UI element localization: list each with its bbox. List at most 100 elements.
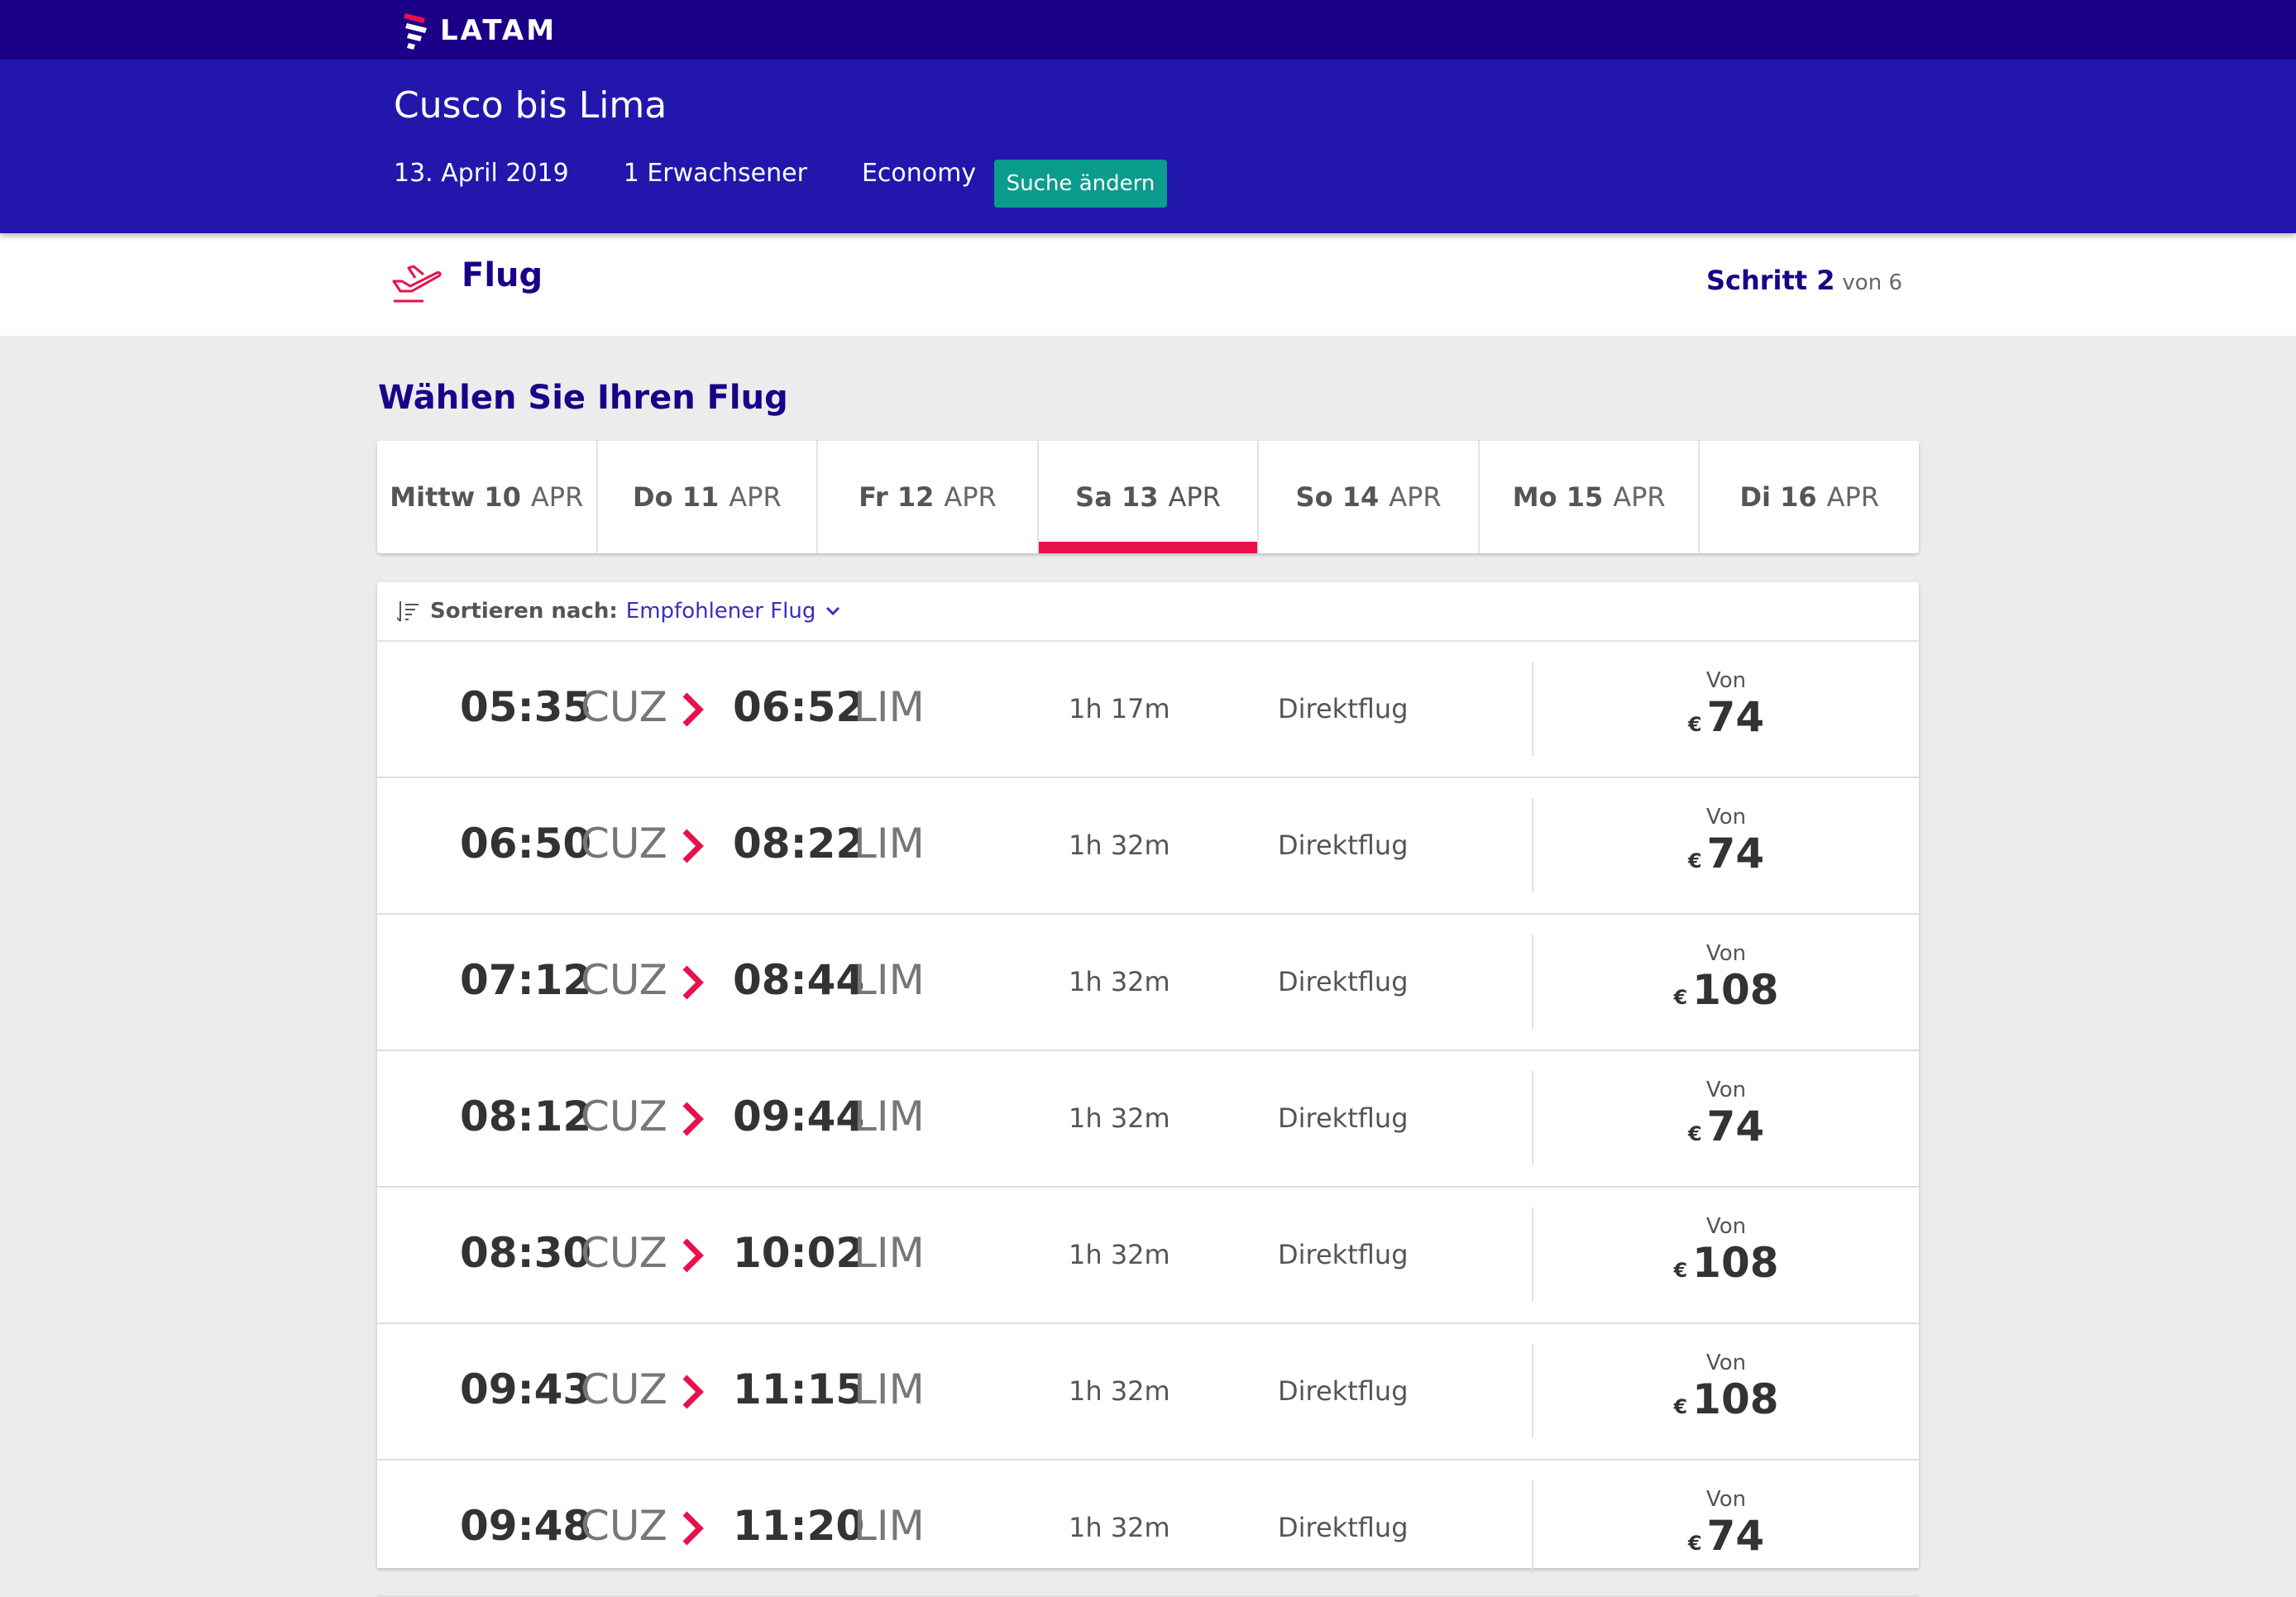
flight-stops: Direktflug: [1278, 830, 1409, 861]
price-from-label: Von: [1705, 1214, 1747, 1239]
price-block[interactable]: Von € 108: [1533, 1214, 1919, 1287]
latam-logo[interactable]: LATAM: [400, 10, 557, 51]
flight-duration: 1h 32m: [1069, 966, 1170, 997]
price-line: € 108: [1673, 966, 1778, 1014]
flight-row[interactable]: 09:48 CUZ 11:20 LIM 1h 32m Direktflug Vo…: [377, 1461, 1919, 1597]
arrival-code: LIM: [854, 1502, 925, 1550]
price-block[interactable]: Von € 74: [1533, 668, 1919, 741]
price-line: € 74: [1688, 1102, 1764, 1150]
price-block[interactable]: Von € 108: [1533, 1351, 1919, 1423]
price-value: 108: [1692, 966, 1779, 1014]
date-tab[interactable]: Mo 15 APR: [1480, 441, 1700, 553]
route-title: Cusco bis Lima: [394, 84, 667, 127]
flight-row[interactable]: 08:12 CUZ 09:44 LIM 1h 32m Direktflug Vo…: [377, 1051, 1919, 1188]
chevron-right-icon: [682, 1511, 704, 1546]
arrival-time: 08:44: [733, 956, 865, 1004]
departure-time: 09:48: [460, 1502, 592, 1550]
sort-dropdown[interactable]: Empfohlener Flug: [626, 599, 816, 624]
price-block[interactable]: Von € 108: [1533, 941, 1919, 1014]
top-bar: LATAM: [0, 0, 2296, 60]
price-block[interactable]: Von € 74: [1533, 1078, 1919, 1150]
price-value: 74: [1706, 830, 1765, 877]
departure-code: CUZ: [581, 956, 667, 1004]
price-currency: €: [1673, 986, 1688, 1009]
date-tab-day: Sa 13: [1075, 481, 1159, 513]
price-line: € 74: [1688, 1512, 1764, 1560]
price-from-label: Von: [1705, 1078, 1747, 1102]
arrival-time: 08:22: [733, 820, 865, 868]
travel-date: 13. April 2019: [394, 159, 569, 188]
date-tab-day: Do 11: [633, 481, 720, 513]
price-value: 108: [1692, 1239, 1779, 1287]
arrival-code: LIM: [854, 683, 925, 731]
departure-code: CUZ: [581, 1365, 667, 1413]
chevron-right-icon: [682, 1102, 704, 1136]
price-from-label: Von: [1705, 805, 1747, 830]
date-tab-day: Mo 15: [1512, 481, 1604, 513]
arrival-time: 06:52: [733, 683, 865, 731]
search-meta: 13. April 2019 1 Erwachsener Economy: [394, 159, 1031, 188]
cabin-class: Economy: [861, 159, 977, 188]
date-tab-selected[interactable]: Sa 13 APR: [1038, 441, 1260, 553]
price-currency: €: [1687, 1122, 1702, 1145]
flight-stops: Direktflug: [1278, 1239, 1409, 1270]
sort-bar: Sortieren nach: Empfohlener Flug: [377, 582, 1919, 642]
arrival-time: 11:20: [733, 1502, 865, 1550]
step-total: von 6: [1842, 270, 1902, 295]
flight-row[interactable]: 05:35 CUZ 06:52 LIM 1h 17m Direktflug Vo…: [377, 642, 1919, 778]
date-tab[interactable]: Do 11 APR: [598, 441, 819, 553]
flight-stops: Direktflug: [1278, 1102, 1409, 1134]
price-line: € 108: [1673, 1239, 1778, 1287]
departure-time: 08:12: [460, 1093, 592, 1140]
step-label: Schritt 2: [1705, 265, 1835, 296]
date-tab-month: APR: [729, 481, 782, 513]
departure-time: 05:35: [460, 683, 592, 731]
flight-stops: Direktflug: [1278, 693, 1409, 724]
arrival-code: LIM: [854, 1229, 925, 1277]
flight-row[interactable]: 09:43 CUZ 11:15 LIM 1h 32m Direktflug Vo…: [377, 1324, 1919, 1461]
arrival-time: 09:44: [733, 1093, 865, 1140]
change-search-button[interactable]: Suche ändern: [994, 160, 1167, 208]
price-line: € 108: [1673, 1375, 1778, 1423]
price-currency: €: [1673, 1259, 1688, 1282]
flight-duration: 1h 32m: [1069, 1512, 1170, 1543]
flight-duration: 1h 17m: [1069, 693, 1170, 724]
flight-stops: Direktflug: [1278, 966, 1409, 997]
date-tab-month: APR: [944, 481, 997, 513]
flight-row[interactable]: 08:30 CUZ 10:02 LIM 1h 32m Direktflug Vo…: [377, 1188, 1919, 1324]
flight-duration: 1h 32m: [1069, 830, 1170, 861]
step-counter: Schritt 2 von 6: [1706, 265, 1902, 296]
chevron-down-icon[interactable]: [824, 602, 842, 620]
price-line: € 74: [1688, 693, 1764, 741]
chevron-right-icon: [682, 965, 704, 1000]
price-value: 74: [1706, 1102, 1765, 1150]
flight-duration: 1h 32m: [1069, 1102, 1170, 1134]
flight-row[interactable]: 07:12 CUZ 08:44 LIM 1h 32m Direktflug Vo…: [377, 915, 1919, 1051]
departure-time: 09:43: [460, 1365, 592, 1413]
price-from-label: Von: [1705, 1487, 1747, 1512]
date-tab[interactable]: Di 16 APR: [1700, 441, 1919, 553]
arrival-code: LIM: [854, 820, 925, 868]
price-currency: €: [1687, 713, 1702, 736]
arrival-code: LIM: [854, 1093, 925, 1140]
price-line: € 74: [1688, 830, 1764, 877]
date-tab[interactable]: Fr 12 APR: [818, 441, 1039, 553]
arrival-code: LIM: [854, 1365, 925, 1413]
price-block[interactable]: Von € 74: [1533, 1487, 1919, 1560]
flight-row[interactable]: 06:50 CUZ 08:22 LIM 1h 32m Direktflug Vo…: [377, 778, 1919, 915]
price-from-label: Von: [1705, 941, 1747, 966]
departure-time: 06:50: [460, 820, 592, 868]
flight-stops: Direktflug: [1278, 1375, 1409, 1407]
price-currency: €: [1673, 1395, 1688, 1418]
flight-duration: 1h 32m: [1069, 1239, 1170, 1270]
date-tab-month: APR: [1389, 481, 1442, 513]
arrival-code: LIM: [854, 956, 925, 1004]
departure-code: CUZ: [581, 820, 667, 868]
sort-icon: [397, 601, 419, 622]
date-tab-day: So 14: [1295, 481, 1380, 513]
date-tab-month: APR: [1168, 481, 1221, 513]
arrival-time: 10:02: [733, 1229, 865, 1277]
price-block[interactable]: Von € 74: [1533, 805, 1919, 877]
date-tab[interactable]: So 14 APR: [1259, 441, 1480, 553]
date-tab[interactable]: Mittw 10 APR: [377, 441, 598, 553]
